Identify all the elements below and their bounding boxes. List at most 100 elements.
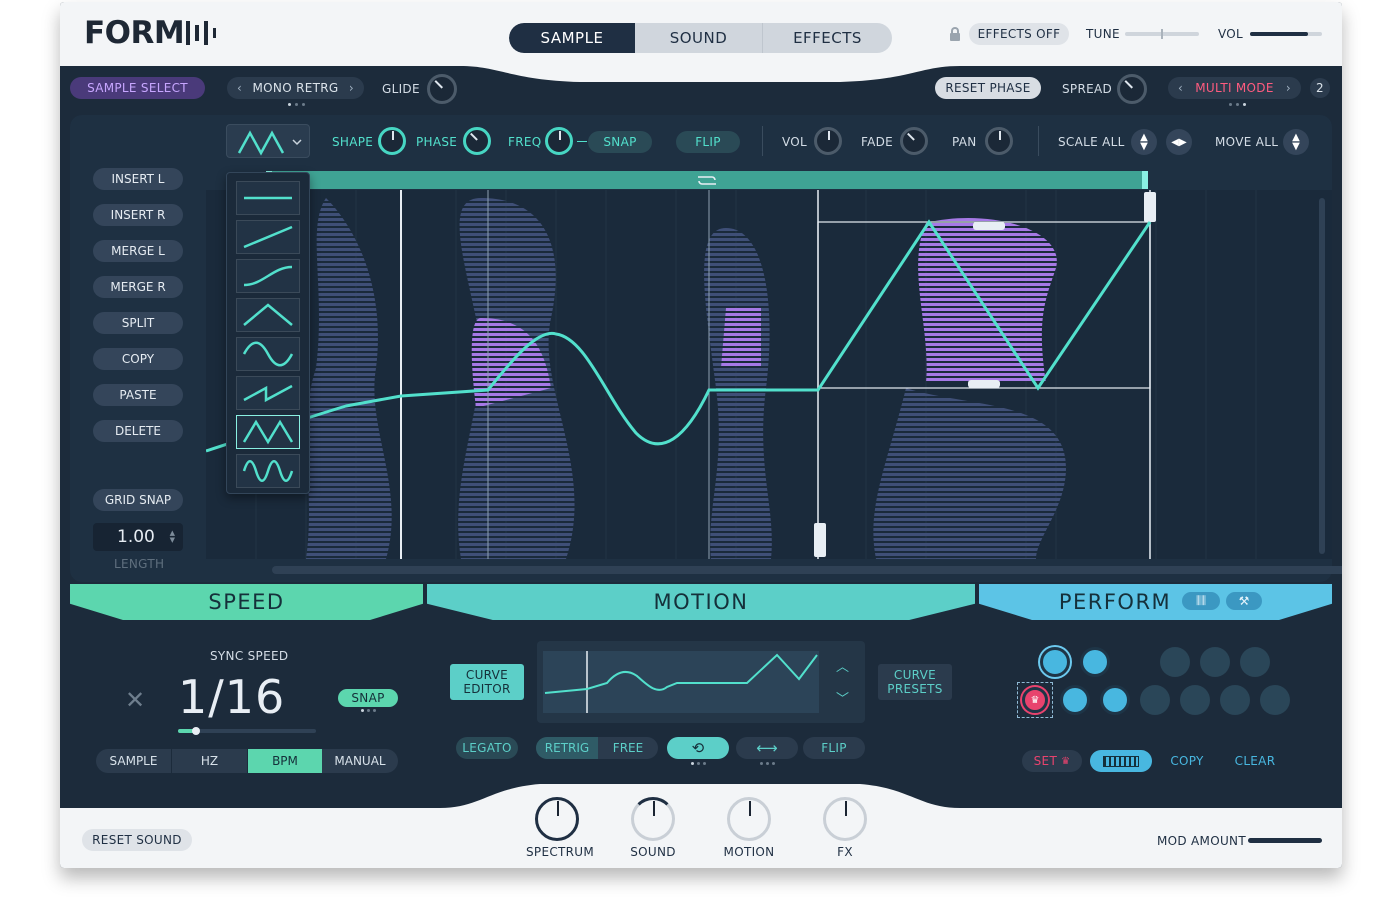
fade-knob[interactable] — [900, 127, 928, 155]
scale-all-horizontal-icon[interactable]: ◀▶ — [1166, 129, 1192, 155]
perform-pad-7[interactable] — [1100, 685, 1130, 715]
spectrum-macro-knob[interactable] — [535, 797, 579, 841]
shape-option-double-sine[interactable] — [236, 454, 300, 488]
shape-option-double-triangle[interactable] — [236, 415, 300, 449]
perform-pad-9[interactable] — [1180, 685, 1210, 715]
section-motion-label: MOTION — [653, 590, 749, 614]
motion-flip-button[interactable]: FLIP — [803, 737, 865, 759]
mod-amount-slider[interactable] — [1248, 838, 1322, 843]
perform-pad-1[interactable] — [1040, 647, 1070, 677]
chevron-left-icon[interactable]: ‹ — [1178, 81, 1183, 95]
stepper-icon[interactable]: ▲ ▼ — [170, 530, 175, 544]
shape-knob[interactable] — [378, 127, 406, 155]
effects-off-button[interactable]: EFFECTS OFF — [969, 23, 1069, 45]
merge-left-button[interactable]: MERGE L — [93, 240, 183, 262]
lock-icon[interactable] — [950, 27, 960, 41]
vol-slider[interactable] — [1250, 32, 1322, 36]
flip-button[interactable]: FLIP — [676, 131, 740, 153]
sync-speed-slider[interactable] — [178, 727, 316, 735]
motion-editor-canvas[interactable] — [206, 168, 1332, 559]
shape-dropdown[interactable] — [226, 124, 310, 158]
perform-mixer-icon[interactable]: ⫼⫼ — [1182, 592, 1220, 610]
perform-set-button[interactable]: SET ♛ — [1022, 750, 1082, 772]
grid-snap-button[interactable]: GRID SNAP — [93, 489, 183, 511]
insert-left-button[interactable]: INSERT L — [93, 168, 183, 190]
perform-pad-2[interactable] — [1080, 647, 1110, 677]
speed-mode-manual[interactable]: MANUAL — [322, 749, 398, 773]
perform-copy-button[interactable]: COPY — [1156, 750, 1218, 772]
reset-phase-button[interactable]: RESET PHASE — [935, 77, 1041, 99]
speed-mode-bpm[interactable]: BPM — [248, 749, 322, 773]
loop-mode-button[interactable]: ⟲ — [667, 737, 729, 759]
curve-preview[interactable] — [537, 641, 865, 723]
delete-button[interactable]: DELETE — [93, 420, 183, 442]
spread-knob[interactable] — [1117, 74, 1147, 104]
curve-preview-up-icon[interactable]: ︿ — [836, 656, 849, 675]
retrig-button[interactable]: RETRIG — [536, 737, 598, 759]
tab-effects[interactable]: EFFECTS — [763, 23, 892, 53]
fx-macro-knob[interactable] — [823, 797, 867, 841]
vol-knob[interactable] — [814, 127, 842, 155]
fx-macro-label: FX — [837, 845, 853, 859]
legato-toggle[interactable]: LEGATO — [456, 737, 518, 759]
perform-pad-11[interactable] — [1260, 685, 1290, 715]
perform-pad-6[interactable] — [1060, 685, 1090, 715]
shape-option-sine[interactable] — [236, 337, 300, 371]
shape-option-ramp[interactable] — [236, 220, 300, 254]
shape-option-triangle[interactable] — [236, 298, 300, 332]
move-all-stepper-icon[interactable]: ▲ ▼ — [1283, 129, 1309, 155]
curve-presets-button[interactable]: CURVE PRESETS — [878, 664, 952, 700]
mono-retrig-selector[interactable]: ‹ MONO RETRG › — [227, 77, 364, 99]
perform-clear-button[interactable]: CLEAR — [1224, 750, 1286, 772]
perform-wrench-icon[interactable]: ⚒ — [1226, 592, 1262, 610]
perform-pad-8[interactable] — [1140, 685, 1170, 715]
perform-pad-3[interactable] — [1160, 647, 1190, 677]
reset-sound-button[interactable]: RESET SOUND — [82, 829, 192, 851]
tune-slider[interactable] — [1125, 29, 1199, 39]
pan-knob[interactable] — [985, 127, 1013, 155]
pingpong-mode-button[interactable]: ⟷ — [736, 737, 798, 759]
shape-option-flat[interactable] — [236, 181, 300, 215]
glide-label: GLIDE — [382, 82, 420, 96]
sync-speed-value[interactable]: 1/16 — [178, 670, 285, 724]
close-icon[interactable]: ✕ — [125, 686, 145, 714]
copy-button[interactable]: COPY — [93, 348, 183, 370]
move-all-label: MOVE ALL — [1215, 135, 1279, 149]
freq-knob[interactable] — [545, 127, 573, 155]
chevron-left-icon[interactable]: ‹ — [237, 81, 242, 95]
perform-record-pad[interactable]: ♛ — [1017, 682, 1053, 718]
spread-label: SPREAD — [1062, 82, 1113, 96]
tab-sample[interactable]: SAMPLE — [509, 23, 635, 53]
shape-option-saw[interactable] — [236, 376, 300, 410]
logo: FORM — [84, 15, 218, 51]
split-button[interactable]: SPLIT — [93, 312, 183, 334]
insert-right-button[interactable]: INSERT R — [93, 204, 183, 226]
perform-pad-4[interactable] — [1200, 647, 1230, 677]
free-button[interactable]: FREE — [598, 737, 658, 759]
sound-macro-knob[interactable] — [631, 797, 675, 841]
phase-knob[interactable] — [463, 127, 491, 155]
speed-snap-toggle[interactable]: SNAP — [338, 689, 398, 707]
multi-mode-selector[interactable]: ‹ MULTI MODE › — [1168, 77, 1301, 99]
length-field[interactable]: 1.00 ▲ ▼ — [93, 523, 183, 551]
curve-preview-down-icon[interactable]: ﹀ — [836, 688, 849, 707]
chevron-right-icon[interactable]: › — [349, 81, 354, 95]
shape-option-s-curve[interactable] — [236, 259, 300, 293]
horizontal-scrollbar[interactable] — [272, 566, 1342, 574]
glide-knob[interactable] — [427, 74, 457, 104]
speed-mode-hz[interactable]: HZ — [172, 749, 248, 773]
snap-toggle[interactable]: SNAP — [588, 131, 652, 153]
motion-macro-knob[interactable] — [727, 797, 771, 841]
scale-all-stepper-icon[interactable]: ▲ ▼ — [1131, 129, 1157, 155]
perform-keyboard-button[interactable] — [1090, 750, 1152, 772]
tab-sound[interactable]: SOUND — [635, 23, 763, 53]
curve-editor-button[interactable]: CURVE EDITOR — [450, 664, 524, 700]
perform-pad-10[interactable] — [1220, 685, 1250, 715]
chevron-right-icon[interactable]: › — [1286, 81, 1291, 95]
freq-snap-link — [577, 141, 587, 142]
perform-pad-5[interactable] — [1240, 647, 1270, 677]
paste-button[interactable]: PASTE — [93, 384, 183, 406]
speed-mode-sample[interactable]: SAMPLE — [96, 749, 172, 773]
sample-select-button[interactable]: SAMPLE SELECT — [70, 77, 205, 99]
merge-right-button[interactable]: MERGE R — [93, 276, 183, 298]
